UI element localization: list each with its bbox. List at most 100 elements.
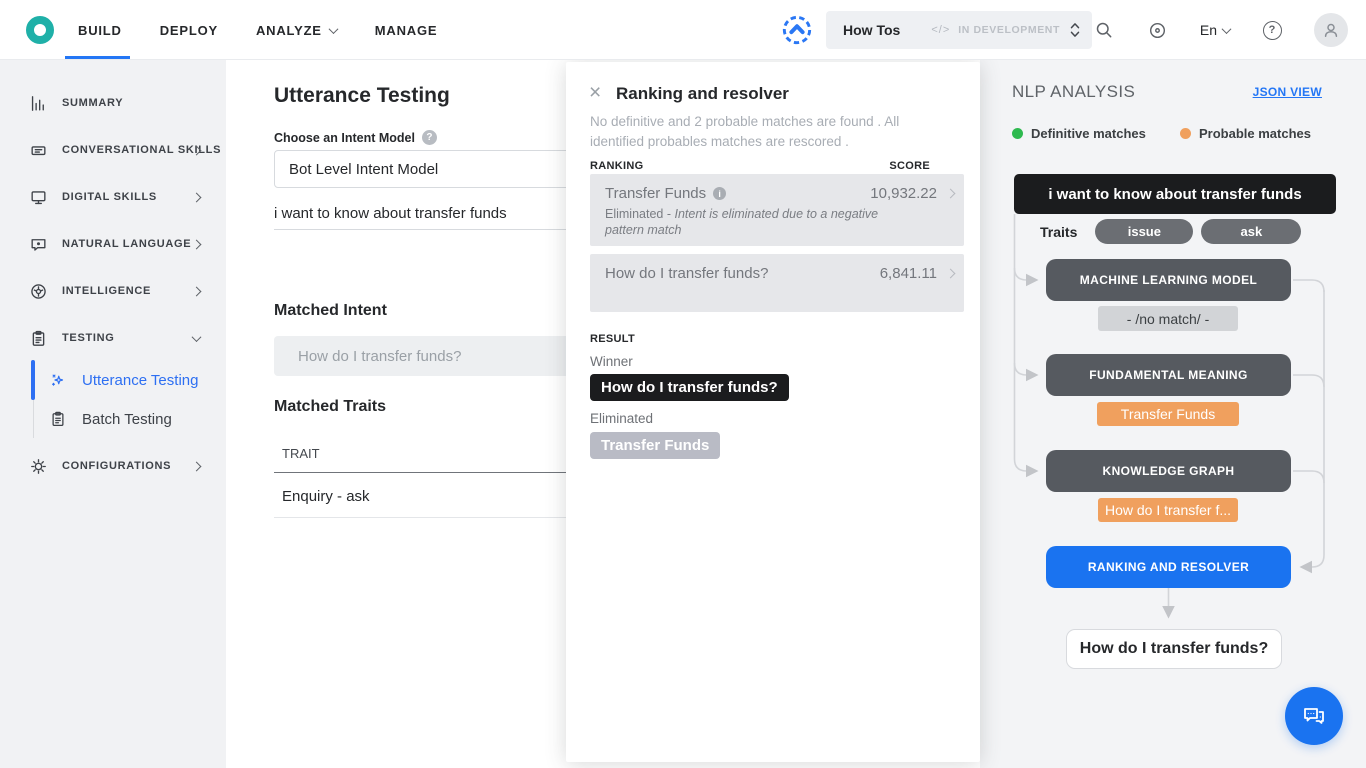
matched-intent-heading: Matched Intent <box>274 302 387 320</box>
nav-deploy-label: DEPLOY <box>160 23 218 38</box>
traits-row: Traits issue ask <box>1040 219 1309 244</box>
chevron-right-icon <box>192 286 202 296</box>
code-icon: </> <box>931 24 950 36</box>
trait-pill-issue[interactable]: issue <box>1095 219 1193 244</box>
sidebar-item-label: CONFIGURATIONS <box>62 460 171 472</box>
sidebar-item-natural-language[interactable]: NATURAL LANGUAGE <box>0 221 226 267</box>
probable-dot-icon <box>1180 128 1191 139</box>
gear-icon <box>28 456 48 476</box>
analyzed-utterance-badge: i want to know about transfer funds <box>1014 174 1336 214</box>
close-icon[interactable]: × <box>589 83 601 103</box>
nav-analyze[interactable]: ANALYZE <box>256 0 337 60</box>
score-column-header: SCORE <box>889 160 942 172</box>
nav-manage[interactable]: MANAGE <box>375 0 438 60</box>
sparkle-icon <box>48 370 68 390</box>
app-logo[interactable] <box>26 16 54 44</box>
sidebar-item-summary[interactable]: SUMMARY <box>0 80 226 126</box>
intent-score: 6,841.11 <box>880 265 937 282</box>
fm-result-pill: Transfer Funds <box>1097 402 1239 426</box>
sidebar-item-label: INTELLIGENCE <box>62 285 151 297</box>
matched-traits-heading: Matched Traits <box>274 398 386 416</box>
user-avatar[interactable] <box>1314 13 1348 47</box>
table-row: Enquiry - ask <box>274 478 591 518</box>
nlp-analysis-panel: NLP ANALYSIS JSON VIEW Definitive matche… <box>980 60 1366 768</box>
monitor-icon <box>28 187 48 207</box>
status-target-button[interactable] <box>1146 18 1170 42</box>
ranking-table-header: RANKING SCORE <box>590 160 942 172</box>
chevron-right-icon <box>192 461 202 471</box>
nav-analyze-label: ANALYZE <box>256 23 322 38</box>
node-machine-learning-model[interactable]: MACHINE LEARNING MODEL <box>1046 259 1291 301</box>
sidebar-item-conversational-skills[interactable]: CONVERSATIONAL SKILLS <box>0 127 226 173</box>
search-button[interactable] <box>1092 18 1116 42</box>
sidebar-item-intelligence[interactable]: INTELLIGENCE <box>0 268 226 314</box>
sidebar-item-utterance-testing[interactable]: Utterance Testing <box>0 359 226 401</box>
sidebar-item-configurations[interactable]: CONFIGURATIONS <box>0 443 226 489</box>
winner-badge: How do I transfer funds? <box>590 374 789 401</box>
sidebar-item-label: TESTING <box>62 332 115 344</box>
chat-widget-button[interactable] <box>1285 687 1343 745</box>
ml-result-pill: - /no match/ - <box>1098 306 1238 331</box>
intelligence-brain-icon <box>28 281 48 301</box>
intent-model-label-row: Choose an Intent Model ? <box>274 130 437 145</box>
node-fundamental-meaning[interactable]: FUNDAMENTAL MEANING <box>1046 354 1291 396</box>
definitive-dot-icon <box>1012 128 1023 139</box>
panel-title: Ranking and resolver <box>616 84 789 104</box>
info-icon[interactable]: i <box>713 187 726 200</box>
language-label: En <box>1200 22 1217 38</box>
trait-column-header: TRAIT <box>274 446 591 473</box>
ranking-row-how-do-i-transfer-funds[interactable]: How do I transfer funds? 6,841.11 <box>590 254 964 312</box>
result-section-header: RESULT <box>590 333 635 345</box>
clipboard-icon <box>28 328 48 348</box>
node-ranking-and-resolver[interactable]: RANKING AND RESOLVER <box>1046 546 1291 588</box>
legend-definitive: Definitive matches <box>1012 126 1146 141</box>
chevron-right-icon <box>946 269 956 279</box>
help-button[interactable]: ? <box>1260 18 1284 42</box>
help-icon: ? <box>1263 21 1282 40</box>
ranking-resolver-panel: × Ranking and resolver No definitive and… <box>566 62 980 762</box>
help-icon[interactable]: ? <box>422 130 437 145</box>
intent-model-select[interactable]: Bot Level Intent Model <box>274 150 591 188</box>
chevron-right-icon <box>946 189 956 199</box>
sidebar-item-batch-testing[interactable]: Batch Testing <box>0 398 226 440</box>
legend-label: Probable matches <box>1199 126 1311 141</box>
trait-pill-ask[interactable]: ask <box>1201 219 1301 244</box>
nav-build[interactable]: BUILD <box>78 0 122 60</box>
sidebar-item-label: DIGITAL SKILLS <box>62 191 157 203</box>
ranking-column-header: RANKING <box>590 160 643 172</box>
nav-manage-label: MANAGE <box>375 23 438 38</box>
nav-build-label: BUILD <box>78 23 122 38</box>
language-selector[interactable]: En <box>1200 22 1230 38</box>
bot-selector[interactable]: How Tos </> IN DEVELOPMENT <box>826 11 1092 49</box>
sidebar-item-testing[interactable]: TESTING <box>0 315 226 361</box>
top-icon-group: En ? <box>1092 0 1366 60</box>
elimination-note: Eliminated - Intent is eliminated due to… <box>605 206 880 238</box>
chevron-down-icon <box>1222 24 1232 34</box>
sidebar-item-label: Batch Testing <box>82 411 172 428</box>
bot-name: How Tos <box>843 22 900 38</box>
eliminated-badge: Transfer Funds <box>590 432 720 459</box>
ranking-row-transfer-funds[interactable]: Transfer Funds i 10,932.22 Eliminated - … <box>590 174 964 246</box>
intent-model-label: Choose an Intent Model <box>274 131 415 145</box>
sidebar-item-label: Utterance Testing <box>82 372 198 389</box>
final-result-box: How do I transfer funds? <box>1066 629 1282 669</box>
matched-intent-value: How do I transfer funds? <box>298 348 461 365</box>
intent-score: 10,932.22 <box>870 185 937 202</box>
sidebar-item-digital-skills[interactable]: DIGITAL SKILLS <box>0 174 226 220</box>
elimination-status: Eliminated - <box>605 207 671 221</box>
search-icon <box>1094 20 1114 40</box>
chat-bubbles-icon <box>1300 702 1328 730</box>
bot-status-badge: IN DEVELOPMENT <box>958 24 1060 36</box>
top-bar: BUILD DEPLOY ANALYZE MANAGE How Tos </> … <box>0 0 1366 60</box>
nlp-panel-title: NLP ANALYSIS <box>1012 82 1135 102</box>
eliminated-label: Eliminated <box>590 411 653 426</box>
node-knowledge-graph[interactable]: KNOWLEDGE GRAPH <box>1046 450 1291 492</box>
bot-training-status-icon[interactable] <box>781 14 813 46</box>
intent-name: How do I transfer funds? <box>605 265 768 282</box>
sidebar-item-label: NATURAL LANGUAGE <box>62 238 191 250</box>
utterance-input[interactable]: i want to know about transfer funds <box>274 198 591 230</box>
circle-dot-icon <box>1148 21 1167 40</box>
json-view-link[interactable]: JSON VIEW <box>1253 85 1322 99</box>
traits-label: Traits <box>1040 224 1077 240</box>
nav-deploy[interactable]: DEPLOY <box>160 0 218 60</box>
